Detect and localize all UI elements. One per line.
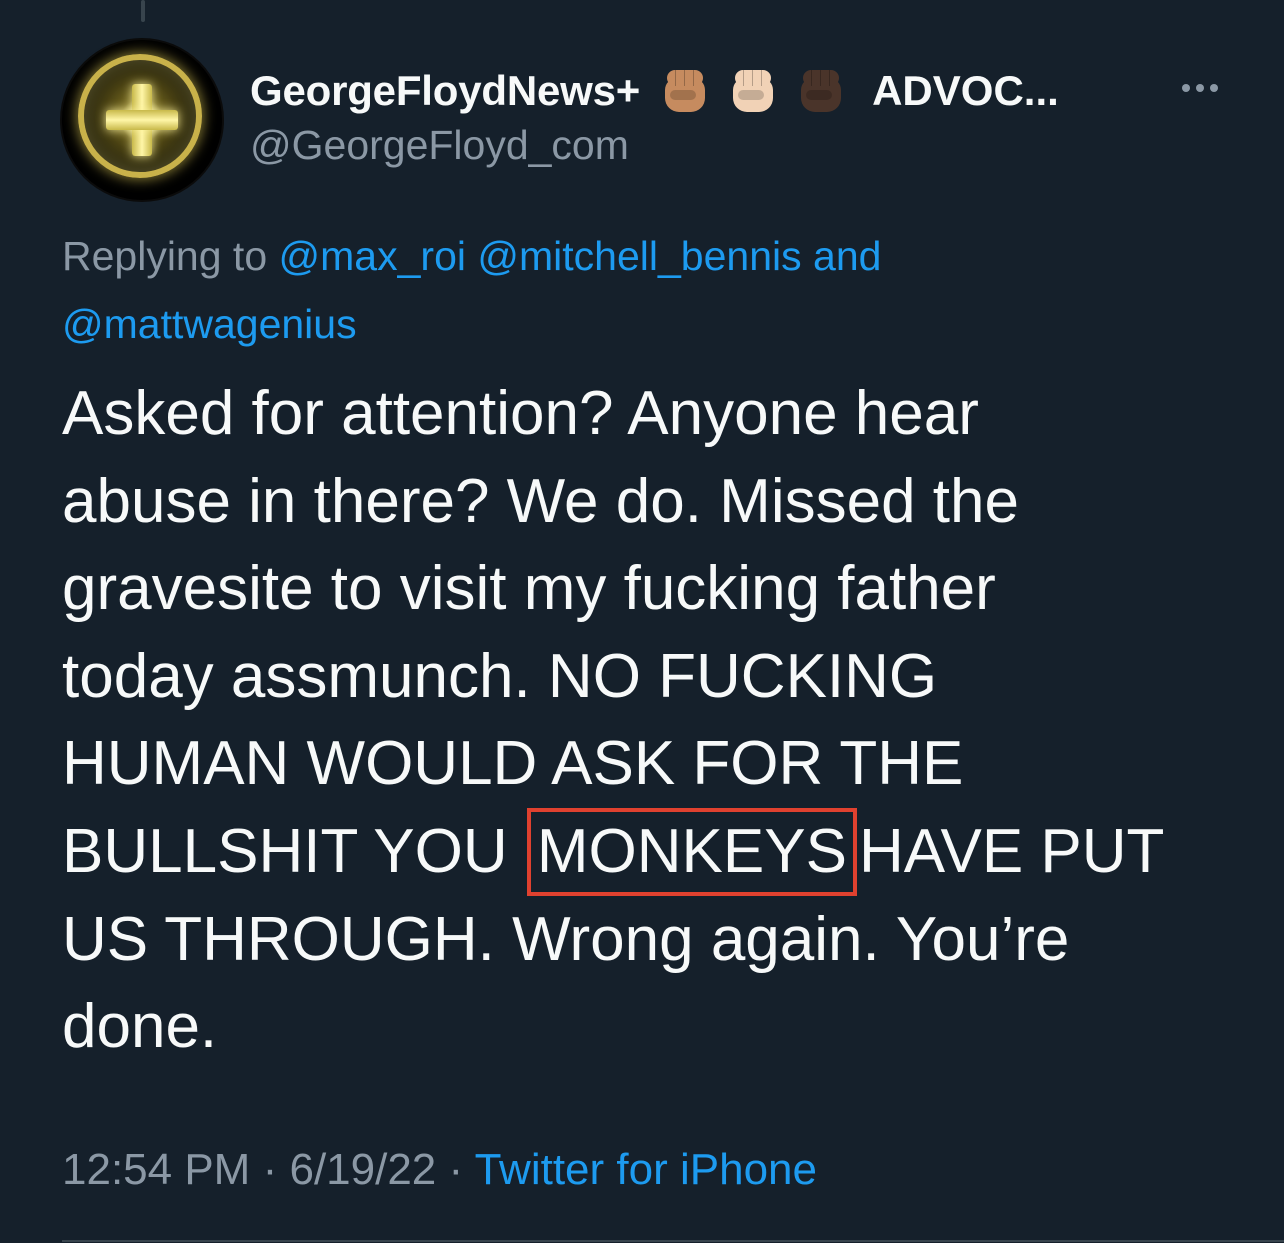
- tweet-text-line: HUMAN WOULD ASK FOR THE: [62, 729, 964, 798]
- replying-to-line: Replying to @max_roi @mitchell_bennis an…: [62, 222, 1212, 358]
- more-dot: [1196, 84, 1204, 92]
- more-dots-icon: [1182, 84, 1190, 92]
- author-handle[interactable]: @GeorgeFloyd_com: [250, 122, 629, 169]
- tweet-text-line: gravesite to visit my fucking father: [62, 554, 996, 623]
- tweet-text-line: US THROUGH. Wrong again. You’re: [62, 904, 1070, 974]
- highlighted-word-box: MONKEYS: [526, 807, 857, 896]
- thread-connector-line: [141, 0, 145, 22]
- tweet-time[interactable]: 12:54 PM: [62, 1145, 250, 1194]
- name-row: GeorgeFloydNews+ ADVOC...: [250, 66, 1059, 116]
- more-options-button[interactable]: [1172, 68, 1228, 108]
- cross-icon-bar: [106, 110, 178, 130]
- raised-fist-icon: [730, 68, 776, 114]
- avatar[interactable]: [62, 40, 222, 200]
- more-dot: [1210, 84, 1218, 92]
- raised-fist-icon: [798, 68, 844, 114]
- tweet-text-line-highlighted: BULLSHIT YOU MONKEYS HAVE PUT: [62, 807, 1252, 896]
- tweet-header: GeorgeFloydNews+ ADVOC... @GeorgeFloyd_c…: [62, 40, 1242, 200]
- tweet-source-link[interactable]: Twitter for iPhone: [475, 1145, 817, 1194]
- tweet-text-segment: HAVE PUT: [858, 816, 1165, 886]
- tweet-metadata: 12:54 PM · 6/19/22 · Twitter for iPhone: [62, 1145, 817, 1195]
- tweet-date[interactable]: 6/19/22: [289, 1145, 436, 1194]
- raised-fist-icon: [662, 68, 708, 114]
- author-display-name[interactable]: GeorgeFloydNews+: [250, 67, 640, 115]
- tweet-text-segment: BULLSHIT YOU: [62, 816, 508, 886]
- tweet-text-line: abuse in there? We do. Missed the: [62, 466, 1019, 536]
- mention-link[interactable]: @mitchell_bennis: [477, 233, 801, 279]
- tweet-text-line: Asked for attention? Anyone hear: [62, 379, 979, 448]
- tweet-text-line: done.: [62, 992, 218, 1061]
- author-name-suffix[interactable]: ADVOC...: [872, 67, 1059, 115]
- bottom-divider: [62, 1240, 1284, 1242]
- meta-separator: ·: [262, 1145, 278, 1194]
- tweet-text-line: today assmunch. NO FUCKING: [62, 641, 938, 711]
- mention-link[interactable]: @mattwagenius: [62, 301, 357, 347]
- replying-to-label: Replying to: [62, 233, 268, 279]
- mention-and-others-link[interactable]: and: [813, 233, 881, 279]
- mention-link[interactable]: @max_roi: [279, 233, 466, 279]
- tweet-body: Asked for attention? Anyone hear abuse i…: [62, 370, 1252, 1071]
- meta-separator: ·: [448, 1145, 464, 1194]
